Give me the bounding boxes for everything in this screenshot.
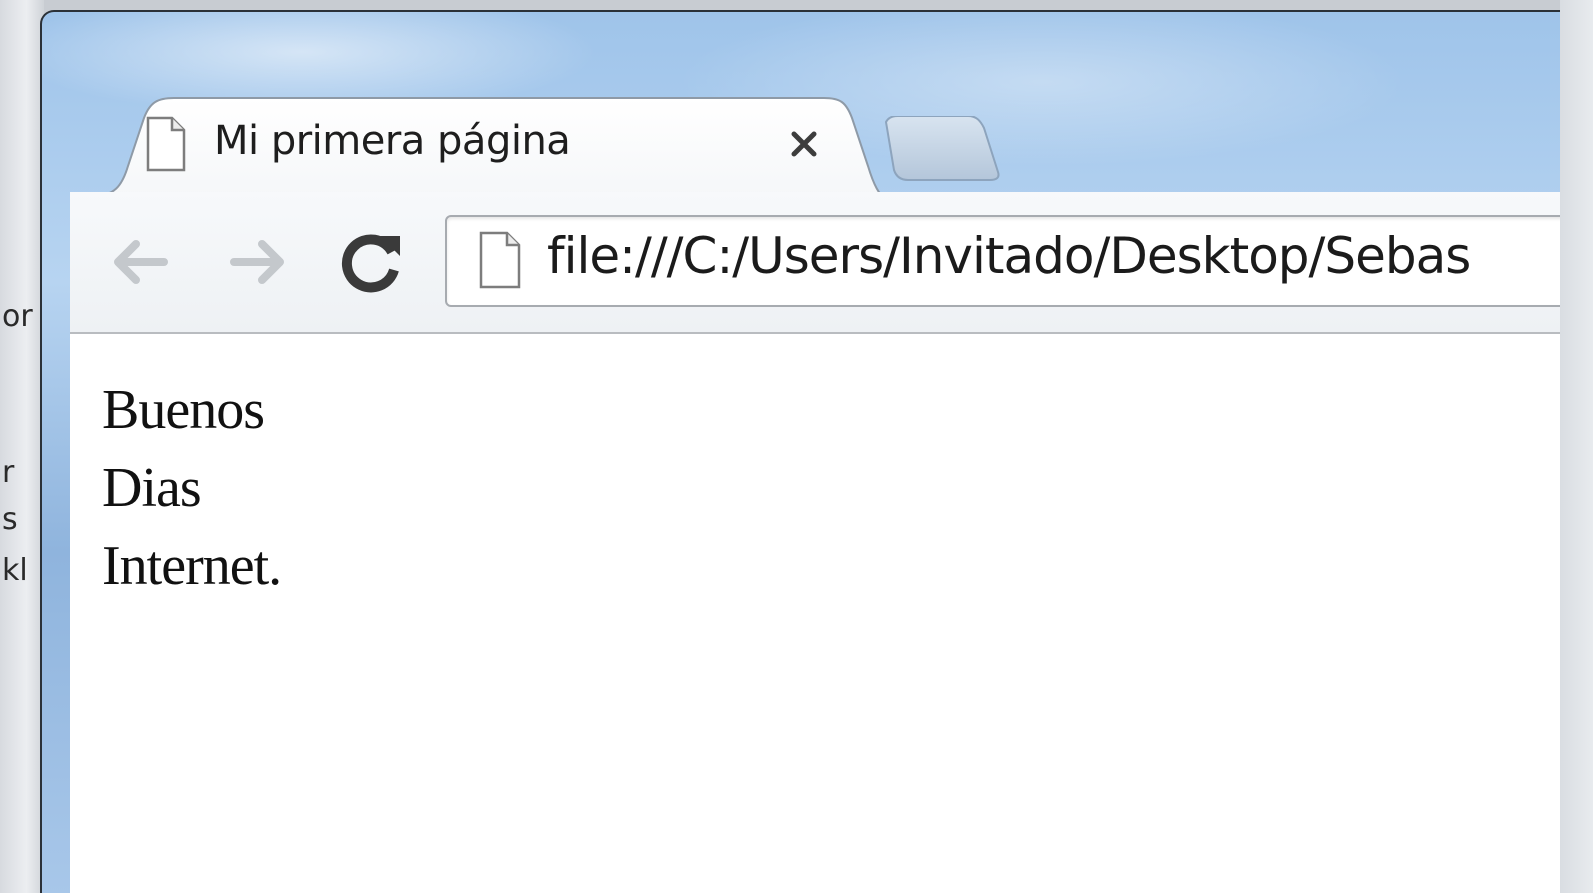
content-text-line: Buenos [102,379,265,441]
address-bar[interactable]: file:///C:/Users/Invitado/Desktop/Sebas [445,215,1593,307]
desktop-text-fragment: s [2,502,18,537]
desktop-text-fragment: kl [2,553,28,588]
address-bar-url[interactable]: file:///C:/Users/Invitado/Desktop/Sebas [547,227,1471,285]
new-tab-icon[interactable] [872,116,1002,182]
tab-title: Mi primera página [214,118,571,164]
screen: or r s kl Mi primera página file:///C:/U… [0,0,1593,893]
back-arrow-icon[interactable] [100,222,180,302]
reload-icon[interactable] [332,222,412,302]
tab-active[interactable]: Mi primera página [94,96,884,196]
screen-edge [1560,0,1593,893]
forward-arrow-icon[interactable] [218,222,298,302]
browser-window: Mi primera página file:///C:/Users/Invit… [40,10,1593,893]
page-icon [146,116,186,172]
desktop-text-fragment: r [2,455,15,490]
page-content: Buenos Dias Internet. [70,334,1593,893]
toolbar: file:///C:/Users/Invitado/Desktop/Sebas [70,192,1593,334]
close-icon[interactable] [784,124,824,164]
desktop-text-fragment: or [2,299,33,334]
page-icon [479,231,521,289]
desktop-background: or r s kl [0,0,44,893]
content-text-line: Dias [102,457,202,519]
content-text-line: Internet. [102,535,282,597]
tab-strip: Mi primera página [42,12,1593,202]
